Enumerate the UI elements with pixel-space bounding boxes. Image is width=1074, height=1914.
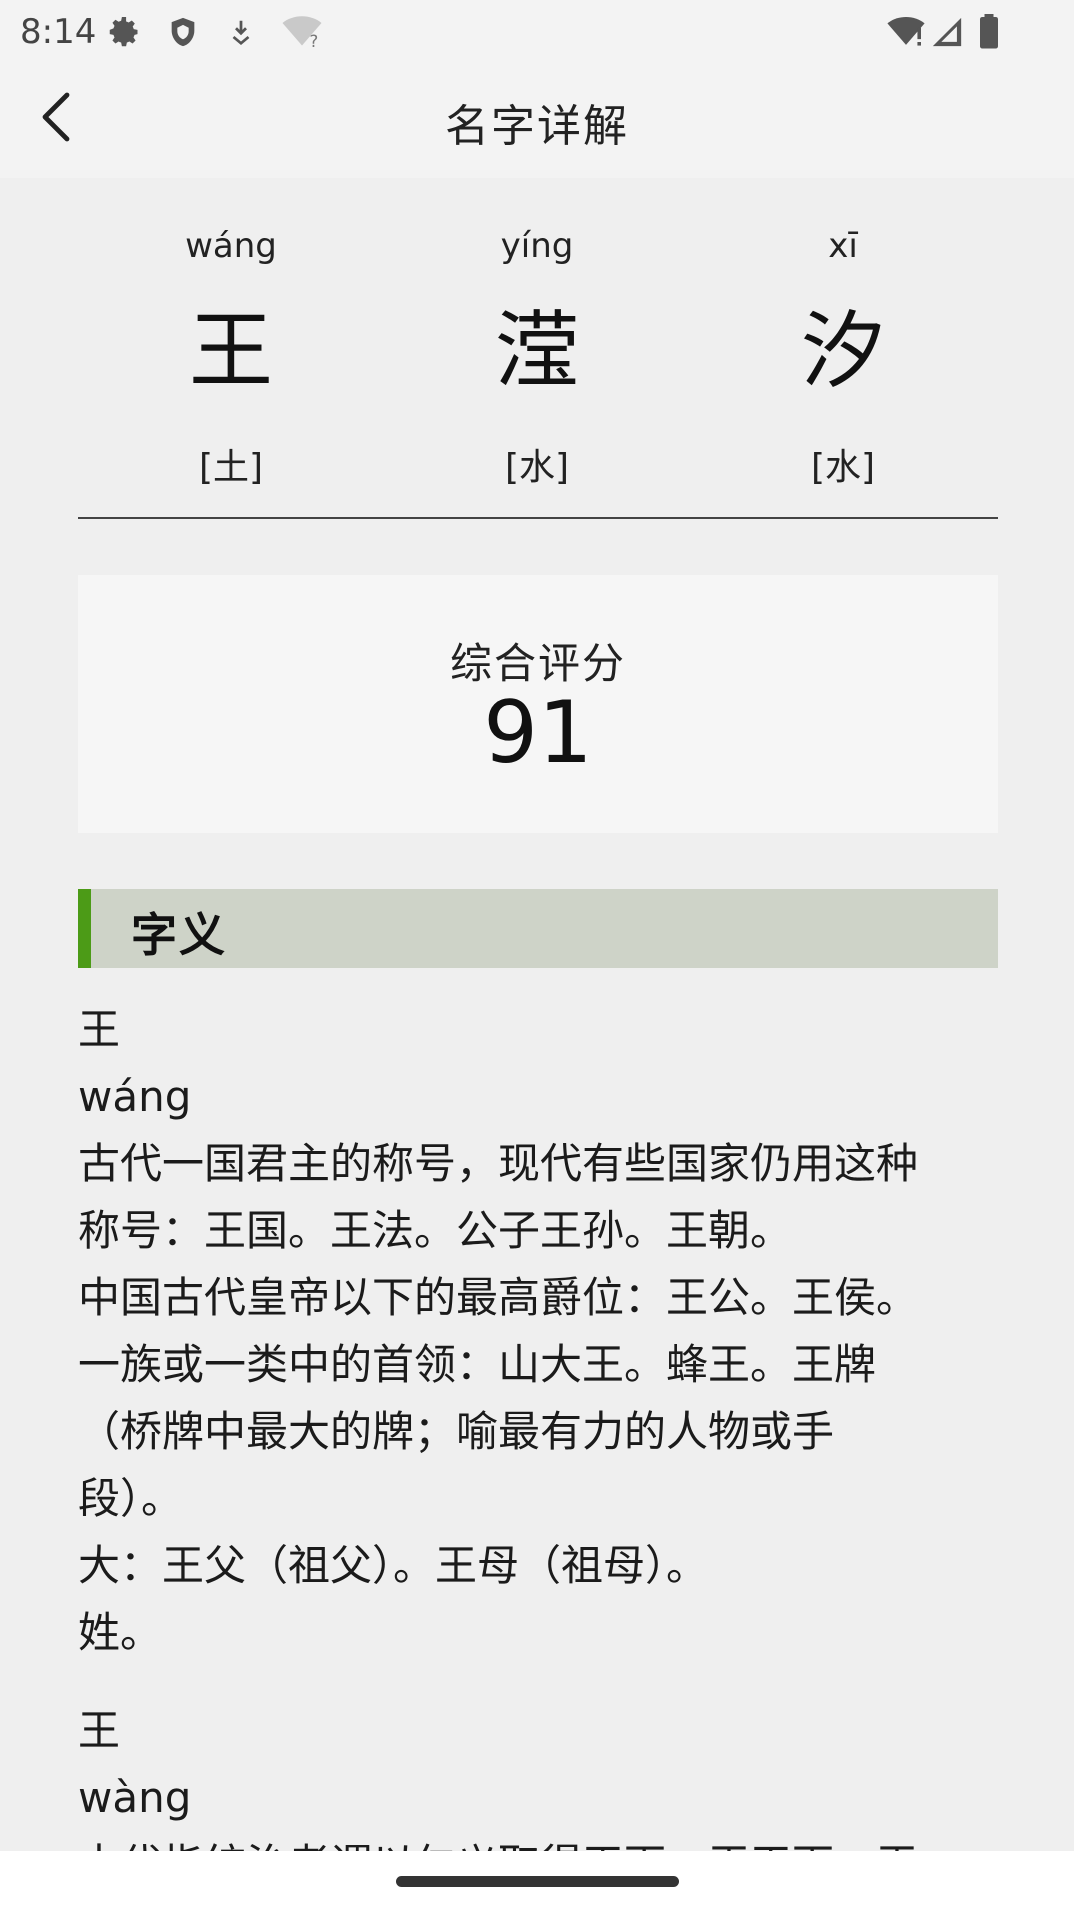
name-char-2: yíng 滢 [水]: [384, 220, 690, 490]
home-gesture-handle[interactable]: [396, 1876, 679, 1887]
pinyin-label: yíng: [500, 226, 574, 266]
meaning-line: 中国古代皇帝以下的最高爵位：王公。王侯。: [78, 1273, 919, 1322]
meaning-line: 一族或一类中的首领：山大王。蜂王。王牌: [78, 1340, 877, 1389]
signal-icon: [930, 14, 964, 54]
battery-icon: [976, 14, 1002, 54]
meaning-line: 大：王父（祖父）。王母（祖母）。: [78, 1541, 709, 1590]
section-header-meaning: 字义: [78, 889, 998, 968]
entry-pinyin: wàng: [78, 1773, 192, 1822]
score-value: 91: [483, 683, 593, 783]
meaning-line: 古代一国君主的称号，现代有些国家仍用这种: [78, 1139, 919, 1188]
meaning-line: （桥牌中最大的牌；喻最有力的人物或手: [78, 1407, 835, 1456]
five-element-label: [水]: [810, 447, 876, 488]
app-bar: 名字详解: [0, 64, 1074, 178]
shield-icon: [166, 14, 200, 54]
download-icon: [226, 14, 256, 54]
hanzi-char: 汐: [800, 302, 885, 400]
meaning-line: 古代指统治者谓以仁义取得天下：王天下。王: [78, 1831, 1013, 1851]
meaning-line: 称号：王国。王法。公子王孙。王朝。: [78, 1206, 793, 1255]
pinyin-label: wáng: [185, 226, 277, 266]
meaning-line: 姓。: [78, 1608, 163, 1657]
name-char-1: wáng 王 [土]: [78, 220, 384, 490]
meaning-line: 段）。: [78, 1474, 184, 1523]
hanzi-char: 王: [188, 302, 273, 400]
meaning-content: 王 wáng 古代一国君主的称号，现代有些国家仍用这种 称号：王国。王法。公子王…: [78, 996, 1013, 1851]
entry-char: 王: [78, 1706, 121, 1755]
svg-text:?: ?: [310, 32, 319, 50]
gear-icon: [106, 14, 142, 54]
wifi-question-icon: ?: [280, 14, 324, 54]
score-card: 综合评分 91: [78, 575, 998, 833]
entry-char: 王: [78, 1005, 121, 1054]
wifi-alert-icon: [886, 14, 926, 54]
score-label: 综合评分: [449, 639, 626, 688]
five-element-label: [水]: [504, 447, 570, 488]
section-title: 字义: [131, 908, 227, 962]
divider: [78, 517, 998, 519]
section-accent-bar: [78, 889, 91, 968]
navigation-bar: [0, 1851, 1074, 1914]
entry-pinyin: wáng: [78, 1072, 192, 1121]
hanzi-char: 滢: [494, 302, 579, 400]
status-time: 8:14: [20, 12, 97, 52]
status-bar: 8:14 ?: [0, 0, 1074, 64]
page-title: 名字详解: [445, 101, 629, 152]
name-char-3: xī 汐 [水]: [690, 220, 996, 490]
five-element-label: [土]: [198, 447, 264, 488]
pinyin-label: xī: [828, 226, 858, 266]
